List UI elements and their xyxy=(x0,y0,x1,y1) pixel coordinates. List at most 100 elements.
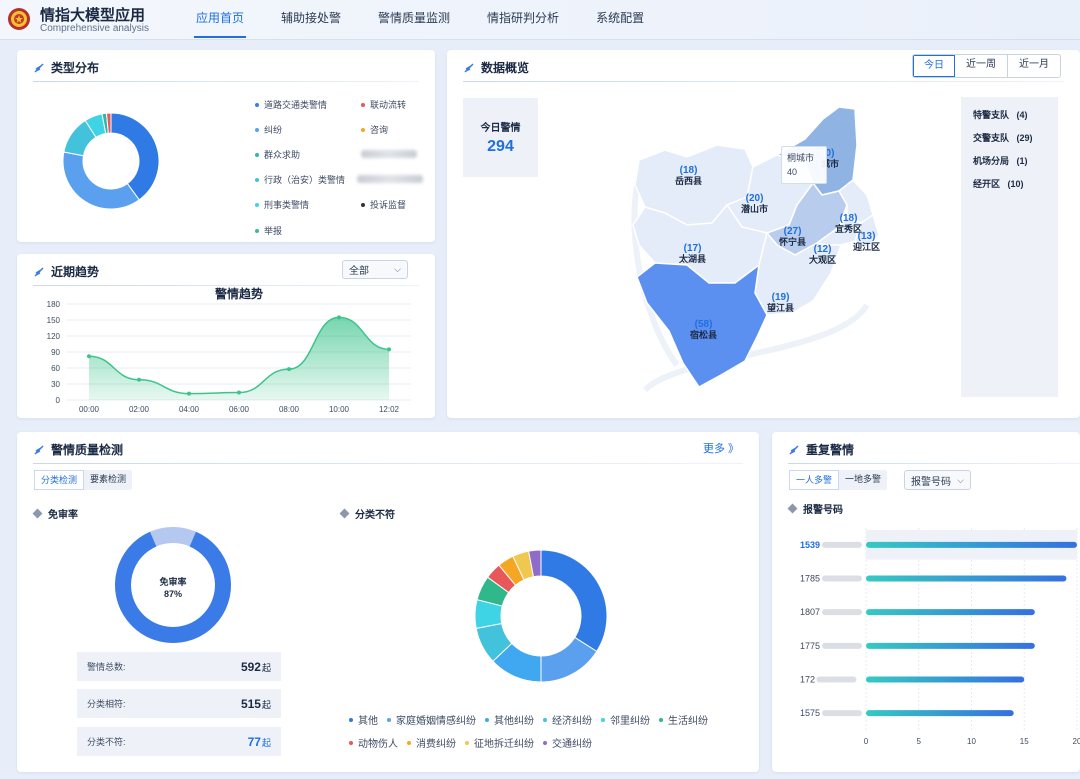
nav-analysis[interactable]: 情指研判分析 xyxy=(487,0,559,40)
more-link[interactable]: 更多 》 xyxy=(703,440,739,456)
y-tick-label: 30 xyxy=(51,380,60,389)
trend-chart: 警情趋势 0 30 60 90 120 150 180 00:00 02:00 04:00 06:00… xyxy=(47,286,411,414)
legend-dot xyxy=(255,177,259,182)
legend-dot xyxy=(255,228,259,233)
category-label: 1775 xyxy=(800,641,820,651)
tab-classification-check[interactable]: 分类检测 xyxy=(34,470,85,490)
bar[interactable] xyxy=(866,541,1077,548)
tooltip-name: 桐城市 xyxy=(787,153,815,163)
unit-item[interactable]: 机场分局 (1) xyxy=(973,154,1028,167)
unit-item[interactable]: 交警支队 (29) xyxy=(973,131,1033,144)
legend-item[interactable]: 经济纠纷 xyxy=(543,712,592,727)
redacted-text xyxy=(822,541,862,548)
x-tick-label: 04:00 xyxy=(179,405,200,414)
y-tick-label: 0 xyxy=(56,396,61,405)
legend-label: 联动流转 xyxy=(370,100,407,110)
trend-point[interactable] xyxy=(387,347,391,352)
range-week[interactable]: 近一周 xyxy=(955,55,1008,77)
panel-divider xyxy=(33,81,419,82)
unit-list: 特警支队 (4) 交警支队 (29) 机场分局 (1) 经开区 (10) xyxy=(961,97,1058,397)
panel-divider xyxy=(463,81,1064,82)
legend-item[interactable]: 刑事类警情 xyxy=(255,198,309,211)
legend-item[interactable]: 咨询 xyxy=(361,123,388,136)
legend-item[interactable]: 纠纷 xyxy=(255,123,282,136)
feather-icon xyxy=(34,444,44,455)
legend-item[interactable]: 行政（治安）类警情 xyxy=(255,173,345,186)
bar[interactable] xyxy=(866,609,1035,616)
region-label-yuexi: (18) 岳西县 xyxy=(675,165,703,186)
donut-slice[interactable] xyxy=(540,549,608,653)
legend-item-redacted[interactable] xyxy=(357,175,423,183)
bar[interactable] xyxy=(866,710,1014,717)
legend-label: 咨询 xyxy=(370,125,389,135)
mismatch-legend: 其他 家庭婚姻情感纠纷 其他纠纷 经济纠纷 邻里纠纷 生活纠纷动物伤人 消费纠纷 征地拆迁纠纷… xyxy=(349,712,749,758)
trend-point[interactable] xyxy=(237,390,241,395)
trend-point[interactable] xyxy=(137,377,141,382)
unit-item[interactable]: 经开区 (10) xyxy=(973,177,1024,190)
y-tick-label: 150 xyxy=(47,316,61,325)
unit-item[interactable]: 特警支队 (4) xyxy=(973,108,1028,121)
range-today[interactable]: 今日 xyxy=(913,55,955,77)
nav-quality-monitor[interactable]: 警情质量监测 xyxy=(378,0,450,40)
range-month[interactable]: 近一月 xyxy=(1008,55,1060,77)
panel-title: 近期趋势 xyxy=(51,265,100,279)
legend-item[interactable]: 群众求助 xyxy=(255,148,300,161)
nav-dispatch-assist[interactable]: 辅助接处警 xyxy=(281,0,341,40)
legend-item[interactable]: 征地拆迁纠纷 xyxy=(465,735,534,750)
today-alarm-value: 294 xyxy=(487,138,514,155)
y-tick-label: 90 xyxy=(51,348,60,357)
tooltip-value: 40 xyxy=(787,167,798,177)
legend-item[interactable]: 其他 xyxy=(349,712,378,727)
legend-item[interactable]: 道路交通类警情 xyxy=(255,98,327,111)
trend-point[interactable] xyxy=(187,391,191,396)
chevron-down-icon: ⌵ xyxy=(394,264,401,274)
tab-one-person-multi[interactable]: 一人多警 xyxy=(789,470,840,490)
app-title: 情指大模型应用 xyxy=(40,7,146,24)
stat-row-mismatch: 分类不符: 77起 xyxy=(77,727,281,756)
stat-row-match: 分类相符: 515起 xyxy=(77,689,281,718)
legend-label: 家庭婚姻情感纠纷 xyxy=(396,716,476,727)
region-label-daguan: (12) 大观区 xyxy=(809,244,837,265)
legend-item-redacted[interactable] xyxy=(361,150,417,158)
select-value: 报警号码 xyxy=(911,476,951,488)
donut-slice[interactable] xyxy=(110,112,160,201)
stat-value: 77 xyxy=(247,734,261,749)
feather-icon xyxy=(464,62,474,73)
legend-item[interactable]: 消费纠纷 xyxy=(407,735,456,750)
app-subtitle: Comprehensive analysis xyxy=(40,23,149,34)
redacted-text xyxy=(357,175,423,183)
legend-label: 投诉监督 xyxy=(370,200,407,210)
region-label-qianshan: (20) 潜山市 xyxy=(741,193,769,214)
legend-label: 纠纷 xyxy=(264,125,283,135)
legend-dot xyxy=(255,127,259,132)
nav-home[interactable]: 应用首页 xyxy=(193,0,247,40)
nav-system-config[interactable]: 系统配置 xyxy=(596,0,644,40)
trend-point[interactable] xyxy=(337,315,341,320)
x-tick-label: 10:00 xyxy=(329,405,350,414)
tab-element-check[interactable]: 要素检测 xyxy=(84,470,132,490)
bar[interactable] xyxy=(866,676,1025,683)
trend-filter-select[interactable]: 全部 ⌵ xyxy=(342,260,408,279)
trend-point[interactable] xyxy=(287,367,291,372)
feather-icon xyxy=(789,444,799,455)
stat-label: 警情总数: xyxy=(87,662,126,672)
bar[interactable] xyxy=(866,575,1067,582)
trend-point[interactable] xyxy=(87,354,91,359)
legend-item[interactable]: 举报 xyxy=(255,224,282,237)
legend-item[interactable]: 动物伤人 xyxy=(349,735,398,750)
legend-item[interactable]: 联动流转 xyxy=(361,98,406,111)
legend-item[interactable]: 家庭婚姻情感纠纷 xyxy=(387,712,476,727)
tab-one-place-multi[interactable]: 一地多警 xyxy=(839,470,887,490)
section-title: 报警号码 xyxy=(803,505,843,516)
legend-item[interactable]: 生活纠纷 xyxy=(659,712,708,727)
stat-row-total: 警情总数: 592起 xyxy=(77,652,281,681)
diamond-icon xyxy=(339,508,350,519)
legend-item[interactable]: 邻里纠纷 xyxy=(601,712,650,727)
redacted-text xyxy=(361,150,417,158)
legend-item[interactable]: 投诉监督 xyxy=(361,198,406,211)
bar[interactable] xyxy=(866,642,1035,649)
repeat-type-select[interactable]: 报警号码 ⌵ xyxy=(904,470,971,490)
donut-slice[interactable] xyxy=(62,151,140,210)
legend-item[interactable]: 其他纠纷 xyxy=(485,712,534,727)
legend-item[interactable]: 交通纠纷 xyxy=(543,735,592,750)
